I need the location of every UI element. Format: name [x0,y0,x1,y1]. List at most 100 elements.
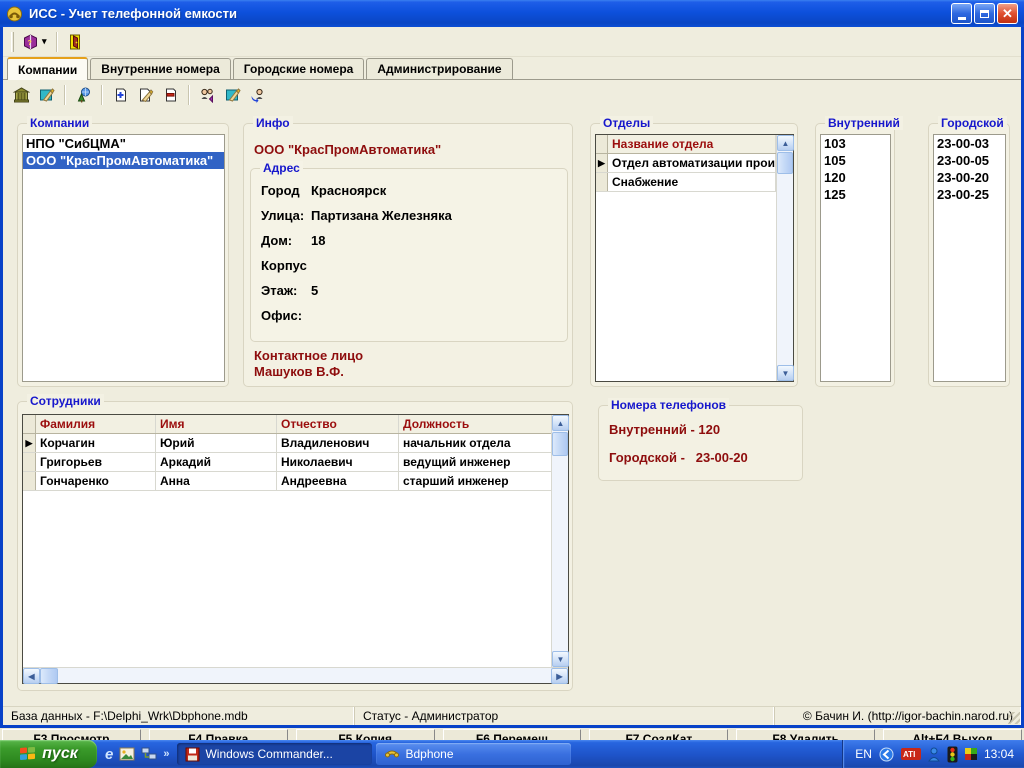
task-windows-commander[interactable]: Windows Commander... [177,743,372,765]
tray-squares-icon[interactable] [965,748,977,760]
network-places-icon[interactable] [141,747,157,761]
person-delete-button[interactable] [245,83,270,107]
departments-group-title: Отделы [600,116,653,130]
internet-explorer-icon[interactable]: e [105,746,113,763]
company-list-item-selected[interactable]: ООО "КрасПромАвтоматика" [23,152,224,169]
taskbar: пуск e » Windows Commander... [0,740,1024,768]
contact-person-name: Машуков В.Ф. [254,364,344,379]
tab-administration[interactable]: Администрирование [366,58,512,79]
company-view-button[interactable] [9,83,34,107]
language-indicator[interactable]: EN [855,747,872,761]
tray-arrow-icon[interactable] [879,747,894,762]
scroll-left-icon[interactable]: ◀ [23,668,40,684]
svg-text:ATI: ATI [903,750,915,759]
wc-f6-button[interactable]: F6 Перемещ [443,729,582,740]
wc-f8-button[interactable]: F8 Удалить [736,729,875,740]
close-button[interactable]: ✕ [997,3,1018,24]
image-viewer-icon[interactable] [119,747,135,761]
resize-grip[interactable] [1008,712,1020,724]
departments-grid: Название отдела ▶ Отдел автоматизации пр… [595,134,794,382]
titlebar: ИСС - Учет телефонной емкости ✕ [0,0,1024,27]
department-row-current[interactable]: ▶ Отдел автоматизации произ [596,154,793,173]
city-number-item[interactable]: 23-00-03 [934,135,1005,152]
wc-f5-button[interactable]: F5 Копия [296,729,435,740]
scroll-up-icon[interactable]: ▲ [552,415,569,431]
tree-globe-icon [75,87,92,103]
status-bar: База данных - F:\Delphi_Wrk\Dbphone.mdb … [3,706,1021,725]
scroll-down-icon[interactable]: ▼ [777,365,794,381]
company-edit-button[interactable] [34,83,59,107]
employee-row[interactable]: Гончаренко Анна Андреевна старший инжене… [23,472,568,491]
tab-city-numbers[interactable]: Городские номера [233,58,365,79]
internal-number-item[interactable]: 125 [821,186,890,203]
city-number-item[interactable]: 23-00-05 [934,152,1005,169]
person-edit-button[interactable] [220,83,245,107]
city-number-item[interactable]: 23-00-25 [934,186,1005,203]
wc-f4-button[interactable]: F4 Правка [149,729,288,740]
hand-pen-icon [38,87,55,103]
record-delete-button[interactable] [158,83,183,107]
employees-vscrollbar[interactable]: ▲ ▼ [551,415,568,667]
scroll-right-icon[interactable]: ▶ [551,668,568,684]
quick-launch-overflow-chevron[interactable]: » [163,748,169,760]
row-indicator-cell [596,173,608,191]
tray-messenger-icon[interactable] [928,747,940,762]
scroll-up-icon[interactable]: ▲ [777,135,794,151]
internal-number-item[interactable]: 103 [821,135,890,152]
task-bdphone[interactable]: Bdphone [376,743,571,765]
minimize-button[interactable] [951,3,972,24]
system-tray: EN ATI [842,740,1024,768]
employee-position-cell: старший инженер [399,472,551,490]
background-app-buttons: F3 Просмотр F4 Правка F5 Копия F6 Переме… [0,728,1024,740]
scroll-thumb[interactable] [552,432,568,456]
scroll-thumb[interactable] [40,668,58,684]
toolbar-separator [101,85,103,105]
page-plus-icon [112,87,129,103]
tray-traffic-light-icon[interactable] [947,746,958,763]
city-numbers-groupbox: Городской 23-00-03 23-00-05 23-00-20 23-… [928,123,1010,387]
person-add-button[interactable] [195,83,220,107]
help-book-button[interactable]: ? ▾ [18,30,51,54]
tab-internal-numbers[interactable]: Внутренние номера [90,58,230,79]
company-list-item[interactable]: НПО "СибЦМА" [23,135,224,152]
tab-companies[interactable]: Компании [7,57,88,80]
wc-f3-button[interactable]: F3 Просмотр [2,729,141,740]
row-indicator-cell [596,135,608,153]
scroll-thumb[interactable] [777,152,793,174]
field-label: Офис: [261,308,311,323]
scroll-down-icon[interactable]: ▼ [552,651,569,667]
employees-header-row: Фамилия Имя Отчество Должность [23,415,568,434]
department-row[interactable]: Снабжение [596,173,793,192]
address-field-office: Офис: [261,308,311,324]
departments-vscrollbar[interactable]: ▲ ▼ [776,135,793,381]
task-label: Bdphone [405,747,453,761]
taskbar-clock[interactable]: 13:04 [984,747,1014,761]
city-number-item[interactable]: 23-00-20 [934,169,1005,186]
svg-text:?: ? [28,40,32,47]
record-add-button[interactable] [108,83,133,107]
field-label: Корпус [261,258,311,273]
toolbar-grip [11,32,14,52]
wc-f7-button[interactable]: F7 СоздКат [589,729,728,740]
windows-flag-icon [19,746,37,762]
company-tree-button[interactable] [71,83,96,107]
employees-hscrollbar[interactable]: ◀ ▶ [23,667,568,683]
employee-row-current[interactable]: ▶ Корчагин Юрий Владиленович начальник о… [23,434,568,453]
companies-group-title: Компании [27,116,92,130]
internal-number-item[interactable]: 120 [821,169,890,186]
wc-altf4-button[interactable]: Alt+F4 Выход [883,729,1022,740]
employees-grid: Фамилия Имя Отчество Должность ▶ Корчаги… [22,414,569,684]
tray-ati-icon[interactable]: ATI [901,748,921,760]
internal-number-item[interactable]: 105 [821,152,890,169]
start-button[interactable]: пуск [0,740,97,768]
field-value: 18 [311,233,325,248]
employee-position-cell: начальник отдела [399,434,551,452]
info-groupbox: Инфо ООО "КрасПромАвтоматика" Адрес Горо… [243,123,573,387]
companies-page: Компании НПО "СибЦМА" ООО "КрасПромАвтом… [3,109,1021,707]
employee-row[interactable]: Григорьев Аркадий Николаевич ведущий инж… [23,453,568,472]
internal-numbers-listbox: 103 105 120 125 [820,134,891,382]
help-book-icon: ? [22,34,39,50]
maximize-button[interactable] [974,3,995,24]
exit-door-button[interactable] [63,30,88,54]
record-edit-button[interactable] [133,83,158,107]
